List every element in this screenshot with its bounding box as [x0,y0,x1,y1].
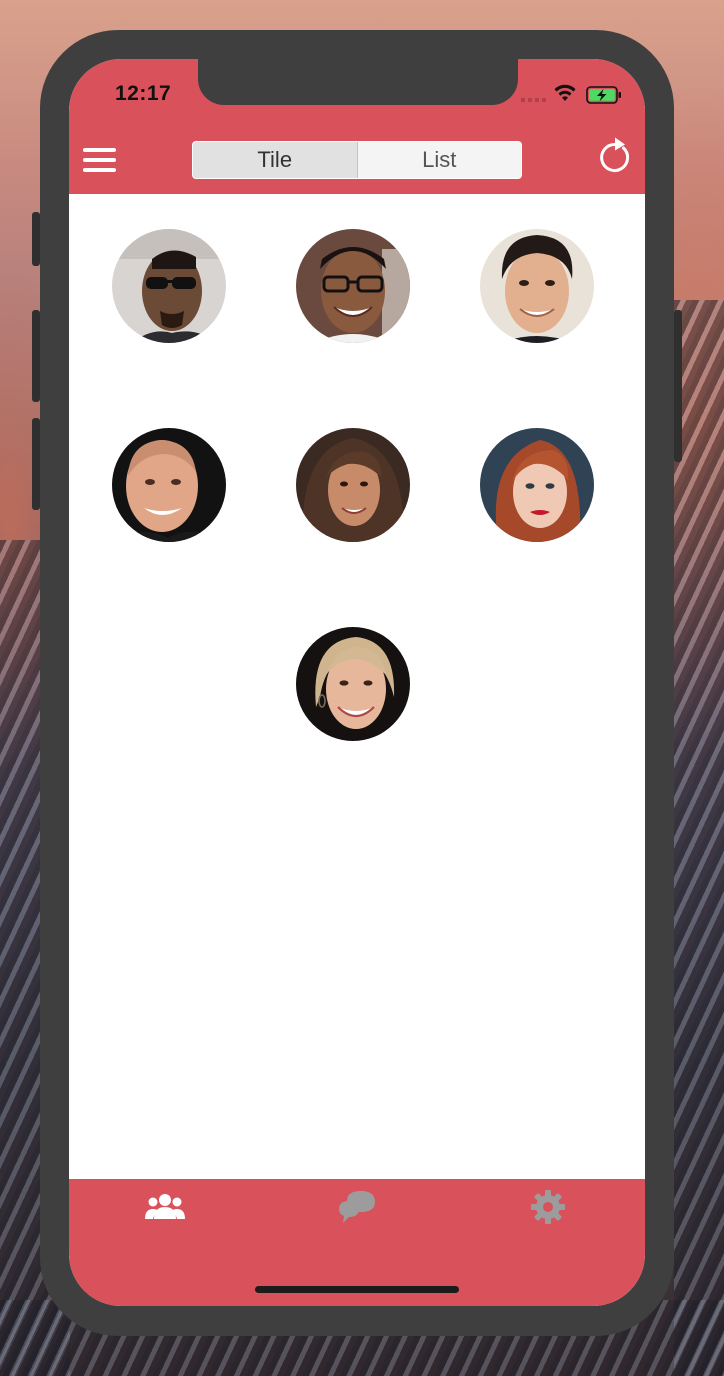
home-indicator[interactable] [255,1286,459,1293]
hamburger-menu-line [83,168,116,172]
contact-avatar[interactable] [480,229,594,343]
hamburger-menu-icon [83,148,116,152]
woman-red-hair-photo [480,428,594,542]
battery-charging-icon [586,86,621,104]
volume-up-button [32,310,40,402]
contact-avatar[interactable] [480,428,594,542]
contact-avatar[interactable] [112,428,226,542]
hamburger-menu-button[interactable] [83,145,117,175]
chat-bubbles-icon[interactable] [337,1187,377,1227]
power-button [674,310,682,462]
woman-blonde-smiling-photo [296,627,410,741]
man-bald-smiling-photo [112,428,226,542]
wifi-icon [554,84,576,101]
status-time: 12:17 [115,82,172,105]
refresh-icon[interactable] [597,136,633,174]
contact-avatar[interactable] [296,627,410,741]
contacts-tile-grid [69,194,645,1179]
man-dark-hair-smiling-photo [480,229,594,343]
segment-list[interactable]: List [358,142,522,178]
man-glasses-smiling-photo [296,229,410,343]
mountain-rock-right [674,300,724,1376]
cellular-signal-icon [521,98,547,102]
segment-tile[interactable]: Tile [193,142,358,178]
volume-down-button [32,418,40,510]
hamburger-menu-line [83,158,116,162]
mute-switch [32,212,40,266]
view-mode-segmented-control: Tile List [192,141,522,179]
app-screen: 12:17 Tile List [69,59,645,1306]
woman-brown-hair-photo [296,428,410,542]
device-notch [198,59,518,105]
contact-avatar[interactable] [112,229,226,343]
gear-icon[interactable] [530,1189,566,1225]
man-sunglasses-photo [112,229,226,343]
contact-avatar[interactable] [296,229,410,343]
people-icon[interactable] [145,1193,185,1221]
navigation-bar: 12:17 Tile List [69,59,645,194]
contact-avatar[interactable] [296,428,410,542]
